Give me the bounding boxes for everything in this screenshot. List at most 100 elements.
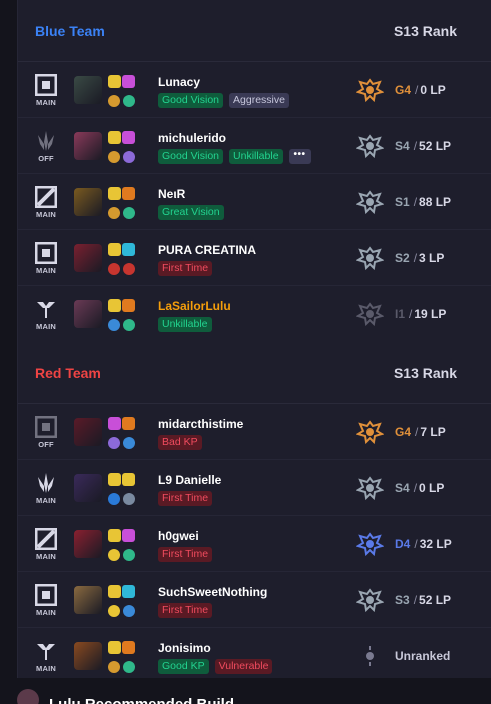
- rune-icon[interactable]: [108, 549, 120, 561]
- rune-icon[interactable]: [123, 207, 135, 219]
- league-points: 0 LP: [420, 83, 446, 97]
- summoner-name[interactable]: midarcthistime: [158, 417, 243, 431]
- player-tags: Good Vision Aggressive: [158, 93, 289, 108]
- summoner-spell-icon[interactable]: [122, 529, 135, 542]
- league-points: 0 LP: [419, 481, 445, 495]
- rank-tier: S3: [395, 593, 410, 607]
- role-label: MAIN: [36, 210, 56, 219]
- summoner-spells: [108, 417, 140, 449]
- summoner-spell-icon[interactable]: [122, 641, 135, 654]
- rune-icon[interactable]: [123, 263, 135, 275]
- champion-portrait[interactable]: [74, 530, 102, 558]
- rune-icon[interactable]: [123, 493, 135, 505]
- rune-icon[interactable]: [123, 151, 135, 163]
- champion-portrait[interactable]: [74, 132, 102, 160]
- rune-icon[interactable]: [123, 437, 135, 449]
- player-row[interactable]: MAIN SuchSweetNothing First Time S3/52 LP: [18, 572, 491, 628]
- summoner-name[interactable]: h0gwei: [158, 529, 199, 543]
- player-tags: Unkillable: [158, 317, 212, 332]
- summoner-spell-icon[interactable]: [122, 131, 135, 144]
- rank-tier: G4: [395, 425, 412, 439]
- champion-portrait[interactable]: [74, 586, 102, 614]
- rune-icon[interactable]: [123, 95, 135, 107]
- rune-icon[interactable]: [108, 493, 120, 505]
- champion-portrait[interactable]: [74, 418, 102, 446]
- summoner-spell-icon[interactable]: [122, 417, 135, 430]
- champion-portrait[interactable]: [74, 300, 102, 328]
- summoner-spell-icon[interactable]: [108, 131, 121, 144]
- rank-display: Unranked: [356, 644, 450, 668]
- recommended-build-section: Lulu Recommended Build: [17, 684, 491, 704]
- champion-portrait[interactable]: [74, 244, 102, 272]
- summoner-spell-icon[interactable]: [108, 187, 121, 200]
- player-row[interactable]: MAIN Lunacy Good Vision Aggressive G4/0 LP: [18, 62, 491, 118]
- player-tag: Great Vision: [158, 205, 224, 220]
- role-indicator: MAIN: [32, 583, 60, 617]
- role-label: MAIN: [36, 664, 56, 673]
- summoner-spell-icon[interactable]: [108, 299, 121, 312]
- player-tag: Bad KP: [158, 435, 202, 450]
- mid-lane-icon: [34, 527, 58, 551]
- rune-icon[interactable]: [108, 95, 120, 107]
- summoner-spell-icon[interactable]: [108, 585, 121, 598]
- silver-rank-emblem-icon: [355, 246, 385, 271]
- player-tag: First Time: [158, 603, 213, 618]
- summoner-spell-icon[interactable]: [108, 417, 121, 430]
- player-row[interactable]: MAIN Jonisimo Good KP Vulnerable Unranked: [18, 628, 491, 684]
- summoner-name[interactable]: PURA CREATINA: [158, 243, 256, 257]
- summoner-name[interactable]: michulerido: [158, 131, 226, 145]
- champion-portrait[interactable]: [74, 76, 102, 104]
- summoner-spell-icon[interactable]: [122, 473, 135, 486]
- rune-icon[interactable]: [108, 151, 120, 163]
- player-row[interactable]: OFF michulerido Good Vision Unkillable ••• S4…: [18, 118, 491, 174]
- summoner-spell-icon[interactable]: [122, 187, 135, 200]
- summoner-spell-icon[interactable]: [122, 299, 135, 312]
- summoner-spell-icon[interactable]: [122, 75, 135, 88]
- rune-icon[interactable]: [123, 661, 135, 673]
- rune-icon[interactable]: [108, 207, 120, 219]
- summoner-spell-icon[interactable]: [108, 529, 121, 542]
- summoner-spell-icon[interactable]: [108, 75, 121, 88]
- rune-icon[interactable]: [123, 605, 135, 617]
- rank-display: G4/7 LP: [355, 420, 446, 445]
- rune-icon[interactable]: [123, 549, 135, 561]
- rune-icon[interactable]: [108, 319, 120, 331]
- player-row[interactable]: MAIN L9 Danielle First Time S4/0 LP: [18, 460, 491, 516]
- summoner-name[interactable]: SuchSweetNothing: [158, 585, 267, 599]
- champion-portrait[interactable]: [74, 474, 102, 502]
- summoner-spells: [108, 187, 140, 219]
- rank-text: S3/52 LP: [395, 593, 451, 607]
- player-tag: First Time: [158, 547, 213, 562]
- player-row[interactable]: MAIN h0gwei First Time D4/32 LP: [18, 516, 491, 572]
- rank-separator: /: [415, 425, 419, 439]
- summoner-name[interactable]: LaSailorLulu: [158, 299, 231, 313]
- player-row[interactable]: MAIN PURA CREATINA First Time S2/3 LP: [18, 230, 491, 286]
- blue-team-rows: MAIN Lunacy Good Vision Aggressive G4/0 LP OF…: [18, 62, 491, 342]
- player-row[interactable]: MAIN LaSailorLulu Unkillable I1/19 LP: [18, 286, 491, 342]
- player-tag: First Time: [158, 261, 213, 276]
- summoner-name[interactable]: Lunacy: [158, 75, 200, 89]
- role-label: MAIN: [36, 496, 56, 505]
- rune-icon[interactable]: [108, 263, 120, 275]
- summoner-spells: [108, 585, 140, 617]
- rune-icon[interactable]: [108, 437, 120, 449]
- rune-icon[interactable]: [108, 605, 120, 617]
- summoner-spell-icon[interactable]: [108, 641, 121, 654]
- champion-portrait[interactable]: [74, 642, 102, 670]
- champion-portrait[interactable]: [74, 188, 102, 216]
- rank-text: S4/0 LP: [395, 481, 444, 495]
- summoner-name[interactable]: Jonisimo: [158, 641, 211, 655]
- summoner-spell-icon[interactable]: [108, 473, 121, 486]
- more-tags-button[interactable]: •••: [288, 149, 311, 164]
- rune-icon[interactable]: [108, 661, 120, 673]
- player-row[interactable]: MAIN NeιR Great Vision S1/88 LP: [18, 174, 491, 230]
- player-row[interactable]: OFF midarcthistime Bad KP G4/7 LP: [18, 404, 491, 460]
- summoner-spell-icon[interactable]: [108, 243, 121, 256]
- summoner-name[interactable]: L9 Danielle: [158, 473, 221, 487]
- summoner-spell-icon[interactable]: [122, 243, 135, 256]
- summoner-spell-icon[interactable]: [122, 585, 135, 598]
- summoner-name[interactable]: NeιR: [158, 187, 185, 201]
- rank-text: G4/7 LP: [395, 425, 446, 439]
- rank-tier: S2: [395, 251, 410, 265]
- rune-icon[interactable]: [123, 319, 135, 331]
